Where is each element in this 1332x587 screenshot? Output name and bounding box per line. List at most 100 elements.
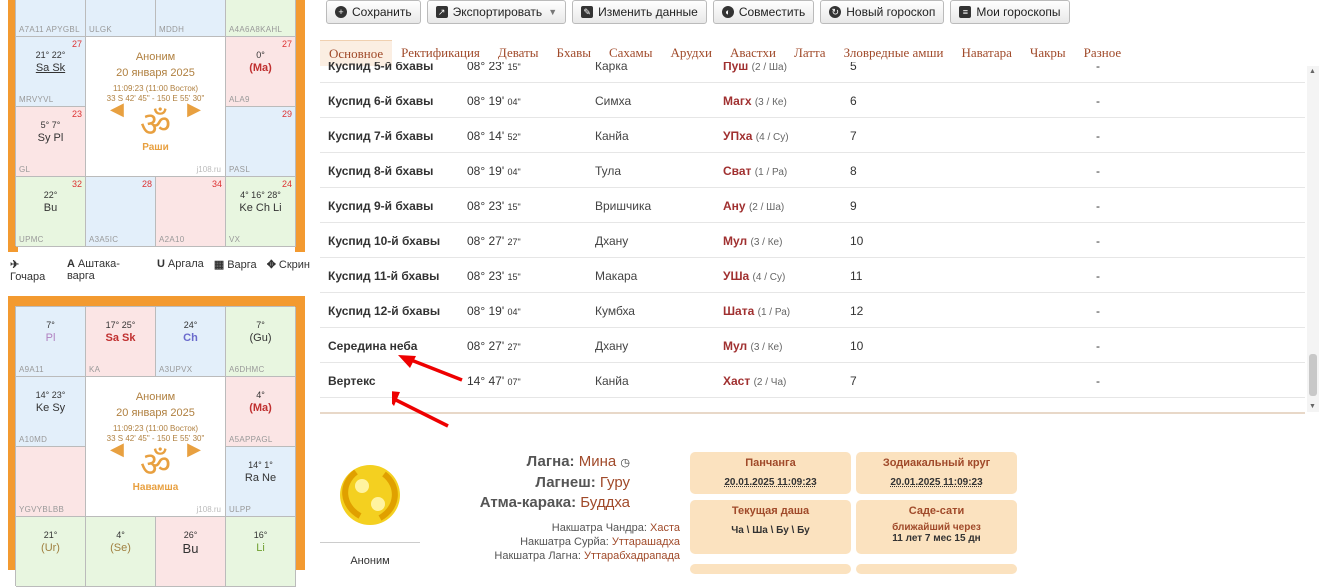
row-degree: 08° 19' 04" [467, 304, 521, 318]
pisces-disc [340, 465, 400, 525]
rasi-center: Аноним 20 января 2025 11:09:23 (11:00 Во… [86, 37, 226, 177]
row-name: Куспид 9-й бхавы [328, 199, 434, 213]
chart-tools: ✈Гочара A Аштака-варга U Аргала ▦ Варга ✥ Ск… [10, 258, 310, 283]
save-button[interactable]: + Сохранить [326, 0, 421, 24]
zodiac-circle-card[interactable]: Зодиакальный круг 20.01.2025 11:09:23 [856, 452, 1017, 494]
row-name: Куспид 8-й бхавы [328, 164, 434, 178]
nav-cell-8[interactable]: 26° Bu [156, 517, 226, 587]
nakshatra-link[interactable]: Хаст (2 / Ча) [723, 374, 786, 388]
rasi-cell-4[interactable]: 24 4° 16° 28° Ke Ch Li VX [226, 177, 296, 247]
nakshatra-link[interactable]: Сват (1 / Ра) [723, 164, 787, 178]
nakshatra-lagna-link[interactable]: Уттарабхадрапада [584, 550, 680, 562]
nav-cell-1[interactable]: 7° Pl A9A11 [16, 307, 86, 377]
nakshatra-link[interactable]: Пуш (2 / Ша) [723, 62, 787, 73]
row-degree: 08° 19' 04" [467, 94, 521, 108]
tool-gochara[interactable]: ✈Гочара [10, 258, 57, 283]
rasi-cell-2[interactable]: 27 0° (Ma) ALA9 [226, 37, 296, 107]
nav-cell-3[interactable]: 24° Ch A3UPVX [156, 307, 226, 377]
table-row: Куспид 10-й бхавы 08° 27' 27" Дхану Мул (3 … [320, 223, 1305, 258]
scroll-down-icon[interactable]: ▼ [1309, 403, 1316, 410]
row-sign: Макара [595, 269, 638, 283]
nakshatra-link[interactable]: Мул (3 / Ке) [723, 339, 782, 353]
tool-argala[interactable]: U Аргала [157, 258, 204, 283]
row-degree: 08° 27' 27" [467, 234, 521, 248]
export-button[interactable]: ↗ Экспортировать ▼ [426, 0, 567, 24]
row-sign: Канйа [595, 374, 629, 388]
nakshatra-link[interactable]: УПха (4 / Су) [723, 129, 789, 143]
row-extra: - [1096, 234, 1100, 248]
navamsha-chart[interactable]: 7° Pl A9A11 17° 25° Sa Sk KA 24° Ch A3UPVX 7°(… [15, 306, 296, 587]
nav-cell-10[interactable]: 21° (Ur) [16, 517, 86, 587]
toolbar: + Сохранить ↗ Экспортировать ▼ ✎ Изменить да… [326, 0, 1070, 24]
chevron-left-icon[interactable]: ◀ [110, 439, 124, 460]
nakshatra-sun-link[interactable]: Уттарашадха [612, 536, 680, 548]
nav-cell-9[interactable]: 4° (Se) [86, 517, 156, 587]
scroll-thumb[interactable] [1309, 354, 1317, 396]
caret-down-icon: ▼ [548, 7, 558, 17]
nakshatra-link[interactable]: Мул (3 / Ке) [723, 234, 782, 248]
nakshatra-moon-link[interactable]: Хаста [650, 522, 680, 534]
row-house: 7 [850, 374, 857, 388]
nakshatra-link[interactable]: Ану (2 / Ша) [723, 199, 784, 213]
card-partial-2[interactable] [856, 564, 1017, 574]
row-sign: Дхану [595, 339, 629, 353]
chart2-frame-right [295, 298, 305, 570]
rasi-cell-12[interactable]: 27 21° 22° Sa Sk MRVYVL [16, 37, 86, 107]
my-horoscopes-button[interactable]: ≡ Мои гороскопы [950, 0, 1070, 24]
nav-cell-12[interactable]: 14° 23° Ke Sy A10MD [16, 377, 86, 447]
row-extra: - [1096, 164, 1100, 178]
nav-cell-2[interactable]: 17° 25° Sa Sk KA [86, 307, 156, 377]
row-extra: - [1096, 269, 1100, 283]
table-row: Куспид 12-й бхавы 08° 19' 04" Кумбха Шата (… [320, 293, 1305, 328]
tool-screen[interactable]: ✥ Скрин [267, 258, 310, 283]
row-sign: Симха [595, 94, 632, 108]
nav-cell-5[interactable]: 4° (Ma) A5APPAGL [226, 377, 296, 447]
rasi-cell-9[interactable]: 28 A3A5IC [86, 177, 156, 247]
row-name: Куспид 12-й бхавы [328, 304, 441, 318]
rasi-cell-8[interactable]: 34 A2A10 [156, 177, 226, 247]
row-degree: 08° 23' 15" [467, 199, 521, 213]
tool-ashtakavarga[interactable]: A Аштака-варга [67, 258, 147, 283]
table-scrollbar[interactable]: ▲ ▼ [1307, 66, 1319, 412]
row-extra: - [1096, 374, 1100, 388]
nakshatra-link[interactable]: УШа (4 / Су) [723, 269, 785, 283]
row-sign: Кумбха [595, 304, 635, 318]
rasi-cell-11[interactable]: 23 5° 7° Sy Pl GL [16, 107, 86, 177]
row-house: 7 [850, 129, 857, 143]
tool-varga[interactable]: ▦ Варга [214, 258, 257, 283]
card-partial-1[interactable] [690, 564, 851, 574]
table-row: Куспид 7-й бхавы 08° 14' 52" Канйа УПха (4 … [320, 118, 1305, 153]
nav-cell-7[interactable]: 16° Li [226, 517, 296, 587]
chevron-left-icon[interactable]: ◀ [110, 99, 124, 120]
rasi-chart[interactable]: A7A11 APYGBL ULGK MDDH A4A6A8KAHL 27 21°… [15, 0, 296, 247]
plus-icon: + [335, 6, 347, 18]
rasi-cell-10[interactable]: 32 22° Bu UPMC [16, 177, 86, 247]
chevron-right-icon[interactable]: ▶ [187, 439, 201, 460]
scroll-up-icon[interactable]: ▲ [1309, 68, 1316, 75]
sade-sati-card[interactable]: Саде-сати ближайший через 11 лет 7 мес 1… [856, 500, 1017, 554]
nakshatra-link[interactable]: Шата (1 / Ра) [723, 304, 790, 318]
chart2-frame-top [8, 296, 305, 306]
chevron-right-icon[interactable]: ▶ [187, 99, 201, 120]
row-sign: Вришчика [595, 199, 652, 213]
row-house: 9 [850, 199, 857, 213]
nav-cell-6[interactable]: 14° 1° Ra Ne ULPP [226, 447, 296, 517]
edit-data-button[interactable]: ✎ Изменить данные [572, 0, 707, 24]
current-dasha-card[interactable]: Текущая даша Ча \ Ша \ Бу \ Бу [690, 500, 851, 554]
nakshatra-link[interactable]: Магх (3 / Ке) [723, 94, 787, 108]
edit-icon: ✎ [581, 6, 594, 18]
magnet-icon: U [156, 258, 165, 270]
clock-icon[interactable]: ◷ [620, 457, 630, 469]
row-degree: 08° 19' 04" [467, 164, 521, 178]
annotation-arrow-1 [405, 356, 463, 382]
nav-cell-11[interactable]: YGVYBLBB [16, 447, 86, 517]
combine-button[interactable]: ◐ Совместить [712, 0, 815, 24]
table-row: Куспид 6-й бхавы 08° 19' 04" Симха Магх (3 … [320, 83, 1305, 118]
new-horoscope-button[interactable]: ↻ Новый гороскоп [820, 0, 945, 24]
om-icon: ॐ [139, 106, 171, 144]
move-icon: ✥ [266, 259, 276, 271]
rasi-cell-3[interactable]: 29 PASL [226, 107, 296, 177]
row-degree: 14° 47' 07" [467, 374, 521, 388]
panchang-card[interactable]: Панчанга 20.01.2025 11:09:23 [690, 452, 851, 494]
nav-cell-4[interactable]: 7° (Gu) A6DHMC [226, 307, 296, 377]
